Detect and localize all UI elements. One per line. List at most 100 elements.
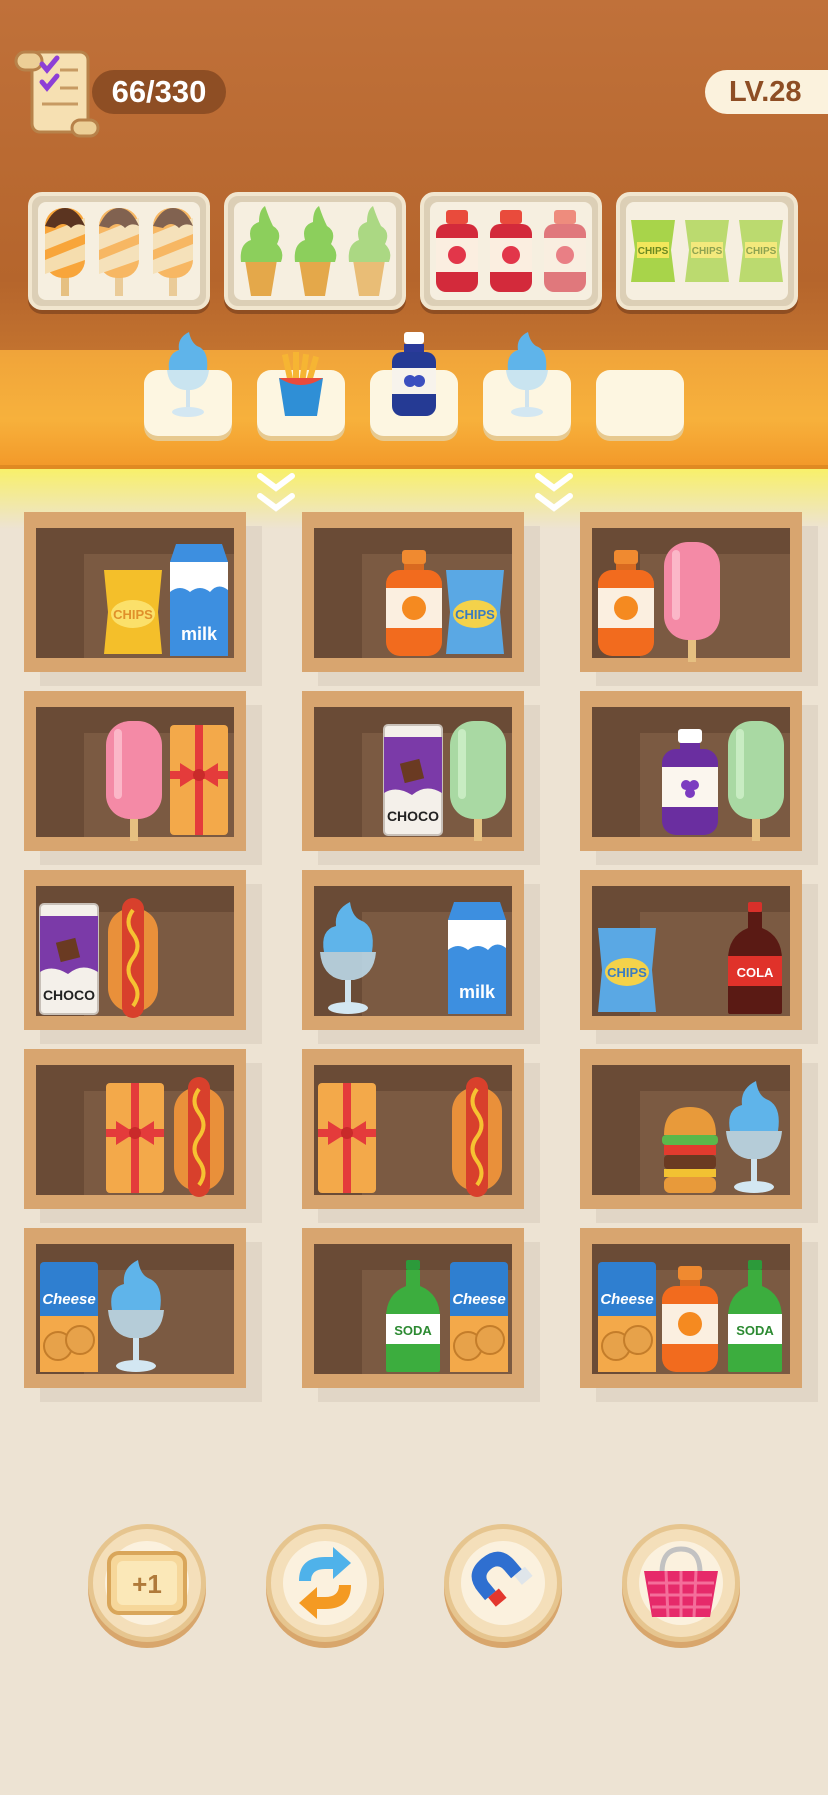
gift-box-icon[interactable] <box>104 1079 166 1195</box>
chips-label: CHIPS <box>746 246 777 257</box>
chips-label: CHIPS <box>113 607 153 622</box>
shelf-9[interactable]: CHIPS COLA <box>580 870 802 1030</box>
soda-bottle-icon[interactable]: SODA <box>724 1258 786 1374</box>
cheese-crackers-icon[interactable]: Cheese <box>448 1260 510 1374</box>
shelf-13[interactable]: Cheese <box>24 1228 246 1388</box>
shelf-11[interactable] <box>302 1049 524 1209</box>
order-box-chips: CHIPS CHIPS CHIPS <box>616 192 798 310</box>
chips-green-bag-icon: CHIPS <box>685 220 729 282</box>
magnet-button[interactable] <box>444 1524 562 1642</box>
soda-label: SODA <box>736 1323 774 1338</box>
popsicle-swirl-icon <box>99 208 139 296</box>
shelf-14[interactable]: SODA Cheese <box>302 1228 524 1388</box>
grape-juice-icon[interactable] <box>660 727 720 837</box>
popsicle-swirl-icon <box>153 208 193 296</box>
gift-box-icon[interactable] <box>316 1079 378 1195</box>
chips-green-bag-icon: CHIPS <box>631 220 675 282</box>
shelf-12[interactable] <box>580 1049 802 1209</box>
cheese-crackers-icon[interactable]: Cheese <box>596 1260 658 1374</box>
task-scroll-icon[interactable] <box>12 44 102 140</box>
milk-label: milk <box>181 624 218 644</box>
chevron-down-icon <box>257 473 295 512</box>
chips-blue-icon[interactable]: CHIPS <box>596 922 658 1016</box>
collection-slot-4[interactable] <box>483 332 571 436</box>
strawberry-jam-icon <box>436 210 478 292</box>
hotdog-icon[interactable] <box>104 896 162 1020</box>
order-box-popsicles <box>28 192 210 310</box>
add-slot-label: +1 <box>132 1569 162 1599</box>
choco-label: CHOCO <box>43 987 95 1003</box>
milk-carton-icon[interactable]: milk <box>168 542 230 658</box>
chips-label: CHIPS <box>455 607 495 622</box>
choco-label: CHOCO <box>387 808 439 824</box>
shuffle-button[interactable] <box>266 1524 384 1642</box>
collection-slot-5-empty[interactable] <box>596 370 684 436</box>
cheese-label: Cheese <box>600 1291 653 1308</box>
task-progress: 66/330 <box>92 70 226 114</box>
chips-blue-icon[interactable]: CHIPS <box>444 564 506 658</box>
chips-label: CHIPS <box>607 965 647 980</box>
pink-popsicle-icon[interactable] <box>662 540 722 664</box>
add-slot-button[interactable]: +1 <box>88 1524 206 1642</box>
popsicle-swirl-icon <box>45 208 85 296</box>
shelf-3[interactable] <box>580 512 802 672</box>
green-soft-serve-icon <box>348 206 391 296</box>
green-popsicle-icon[interactable] <box>726 719 786 843</box>
shelf-7[interactable]: CHOCO <box>24 870 246 1030</box>
choco-drink-icon[interactable]: CHOCO <box>38 902 100 1016</box>
cheese-label: Cheese <box>452 1291 505 1308</box>
hotdog-icon[interactable] <box>448 1075 506 1199</box>
orange-juice-icon[interactable] <box>596 548 656 658</box>
green-soft-serve-icon <box>240 206 283 296</box>
basket-icon <box>644 1546 718 1618</box>
blue-sundae-icon[interactable] <box>316 900 380 1016</box>
basket-button[interactable] <box>622 1524 740 1642</box>
pink-popsicle-icon[interactable] <box>104 719 164 843</box>
blue-sundae-icon[interactable] <box>722 1079 786 1195</box>
choco-drink-icon[interactable]: CHOCO <box>382 723 444 837</box>
cola-bottle-icon[interactable]: COLA <box>724 900 786 1016</box>
collection-slot-2[interactable] <box>257 352 345 436</box>
cheese-crackers-icon[interactable]: Cheese <box>38 1260 100 1374</box>
blueberry-jam-icon <box>392 332 436 416</box>
hotdog-icon[interactable] <box>170 1075 228 1199</box>
blue-sundae-icon[interactable] <box>104 1258 168 1374</box>
shuffle-icon <box>299 1547 351 1619</box>
orange-juice-icon[interactable] <box>660 1264 720 1374</box>
strawberry-jam-icon <box>544 210 586 292</box>
shelf-10[interactable] <box>24 1049 246 1209</box>
milk-label: milk <box>459 982 496 1002</box>
cola-label: COLA <box>737 965 774 980</box>
strawberry-jam-icon <box>490 210 532 292</box>
magnet-icon <box>471 1551 533 1607</box>
soda-label: SODA <box>394 1323 432 1338</box>
green-soft-serve-icon <box>294 206 337 296</box>
shelf-8[interactable]: milk <box>302 870 524 1030</box>
blue-sundae-icon <box>506 332 548 417</box>
shelf-6[interactable] <box>580 691 802 851</box>
order-box-soft-serve <box>224 192 406 310</box>
level-indicator: LV.28 <box>705 70 828 114</box>
add-slot-icon: +1 <box>107 1551 187 1615</box>
chips-label: CHIPS <box>638 246 669 257</box>
shelf-15[interactable]: Cheese SODA <box>580 1228 802 1388</box>
shelf-5[interactable]: CHOCO <box>302 691 524 851</box>
blue-sundae-icon <box>167 332 209 417</box>
chevron-down-icon <box>535 473 573 512</box>
chips-yellow-icon[interactable]: CHIPS <box>102 564 164 658</box>
cheese-label: Cheese <box>42 1291 95 1308</box>
collection-slot-1[interactable] <box>144 332 232 436</box>
shelf-1[interactable]: CHIPS milk <box>24 512 246 672</box>
soda-bottle-icon[interactable]: SODA <box>382 1258 444 1374</box>
chips-green-bag-icon: CHIPS <box>739 220 783 282</box>
fries-icon <box>279 352 323 416</box>
shelf-2[interactable]: CHIPS <box>302 512 524 672</box>
orange-juice-icon[interactable] <box>384 548 444 658</box>
burger-icon[interactable] <box>660 1105 720 1195</box>
collection-slot-3[interactable] <box>370 332 458 436</box>
green-popsicle-icon[interactable] <box>448 719 508 843</box>
milk-carton-icon[interactable]: milk <box>446 900 508 1016</box>
gift-box-icon[interactable] <box>168 721 230 837</box>
shelf-4[interactable] <box>24 691 246 851</box>
chips-label: CHIPS <box>692 246 723 257</box>
